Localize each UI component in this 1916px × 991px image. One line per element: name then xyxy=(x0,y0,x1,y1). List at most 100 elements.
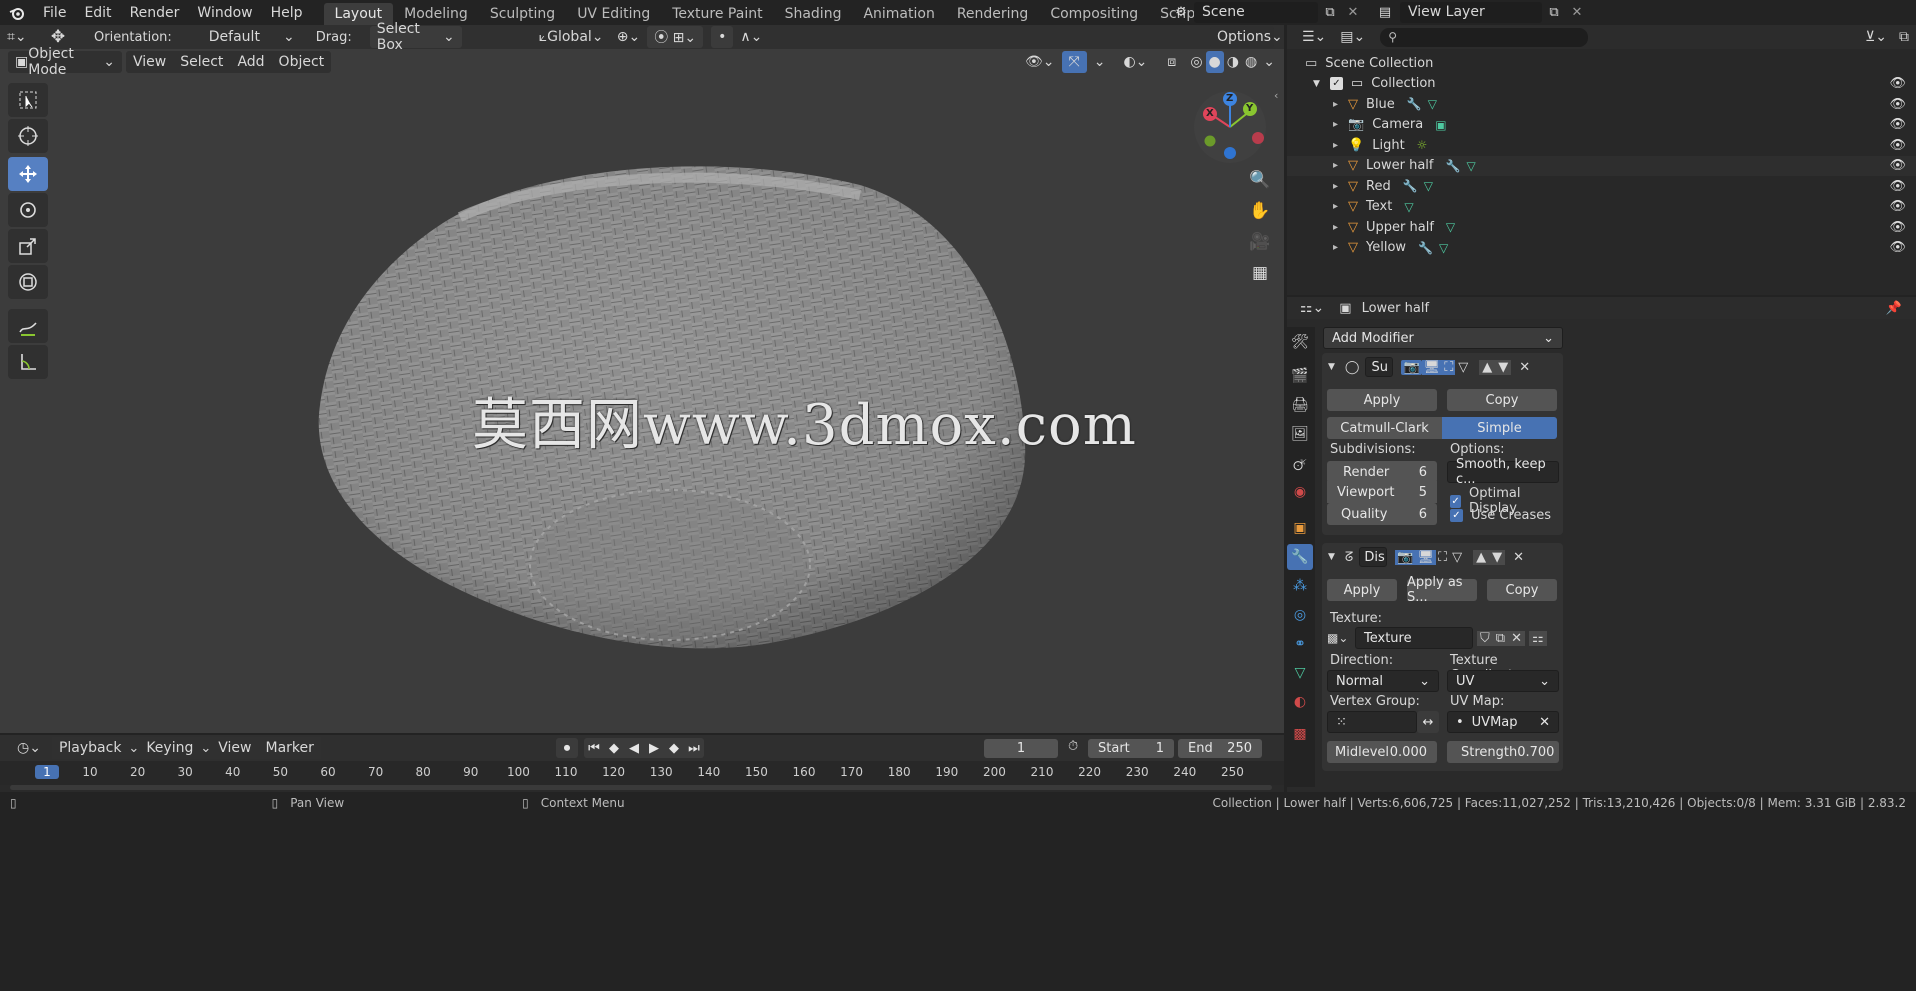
expand-arrow-icon[interactable]: ▸ xyxy=(1333,242,1338,253)
expand-arrow-icon[interactable]: ▸ xyxy=(1333,201,1338,212)
tab-compositing[interactable]: Compositing xyxy=(1039,3,1149,25)
render-levels-field[interactable]: Render 6 xyxy=(1327,461,1437,483)
subsurf-apply-button[interactable]: Apply xyxy=(1327,389,1437,411)
vertex-data-icon[interactable]: ▽ xyxy=(1466,159,1475,173)
eye-icon[interactable]: 👁 xyxy=(1889,179,1906,194)
uv-map-field[interactable]: • UVMap ✕ xyxy=(1447,711,1559,733)
strength-field[interactable]: Strength 0.700 xyxy=(1447,741,1559,763)
apply-as-shape-button[interactable]: Apply as S... xyxy=(1407,575,1477,605)
output-tab-icon[interactable]: 🖨 xyxy=(1287,392,1313,418)
cage-toggle-icon[interactable]: ⛶ xyxy=(1436,550,1449,565)
collection-checkbox[interactable]: ✓ xyxy=(1329,77,1343,91)
scale-tool-icon[interactable] xyxy=(8,229,48,263)
tree-row-collection[interactable]: ▼ ✓ ▭ Collection 👁 xyxy=(1287,74,1916,95)
proportional-edit-icon[interactable]: • xyxy=(711,26,734,48)
move-down-icon[interactable]: ▼ xyxy=(1489,549,1506,565)
invert-vertex-group-icon[interactable]: ↔ xyxy=(1417,711,1439,733)
next-keyframe-icon[interactable]: ◆ xyxy=(664,738,684,758)
clear-uv-map-icon[interactable]: ✕ xyxy=(1539,715,1550,730)
tree-row-red[interactable]: ▸ ▽ Red 🔧 ▽ 👁 xyxy=(1287,176,1916,197)
new-texture-icon[interactable]: ⧉ xyxy=(1492,630,1509,646)
select-box-tool-icon[interactable] xyxy=(8,83,48,117)
texture-tab-icon[interactable]: ▩ xyxy=(1287,721,1313,747)
measure-tool-icon[interactable] xyxy=(8,345,48,379)
playhead-frame-label[interactable]: 1 xyxy=(35,765,59,779)
material-shading-icon[interactable]: ◑ xyxy=(1224,51,1242,73)
properties-editor-type-icon[interactable]: ⚏⌄ xyxy=(1293,297,1331,319)
3d-viewport[interactable]: ⌗⌄ ✥ Orientation: Default ⌄ Drag: Select … xyxy=(0,21,1284,733)
checker-texture-icon[interactable]: ▩⌄ xyxy=(1327,631,1355,645)
eye-icon[interactable]: 👁 xyxy=(1889,158,1906,173)
visibility-icon[interactable]: 👁⌄ xyxy=(1018,51,1062,73)
displace-name-field[interactable]: Dis xyxy=(1359,547,1388,567)
rotate-tool-icon[interactable] xyxy=(8,193,48,227)
xray-icon[interactable]: ⧈ xyxy=(1160,51,1183,73)
use-creases-checkbox[interactable]: ✓ Use Creases xyxy=(1450,508,1551,523)
menu-view[interactable]: View xyxy=(126,51,173,73)
timeline[interactable]: ◷⌄ Playback ⌄ Keying ⌄ View Marker ⏺ ⏮ ◆ ◀… xyxy=(0,735,1284,792)
play-icon[interactable]: ▶ xyxy=(644,738,664,758)
tab-shading[interactable]: Shading xyxy=(774,3,853,25)
remove-modifier-icon[interactable]: ✕ xyxy=(1513,550,1524,565)
remove-scene-icon[interactable]: ✕ xyxy=(1342,5,1364,20)
catmull-clark-toggle[interactable]: Catmull-Clark xyxy=(1327,417,1442,439)
blender-logo-icon[interactable] xyxy=(0,2,34,24)
material-tab-icon[interactable]: ◐ xyxy=(1287,689,1313,715)
expand-arrow-icon[interactable]: ▸ xyxy=(1333,140,1338,151)
physics-tab-icon[interactable]: ◎ xyxy=(1287,602,1313,628)
remove-modifier-icon[interactable]: ✕ xyxy=(1519,360,1530,375)
texture-props-icon[interactable]: ⚏ xyxy=(1528,630,1547,646)
midlevel-field[interactable]: Midlevel 0.000 xyxy=(1327,741,1437,763)
view-layer-name[interactable]: View Layer xyxy=(1408,4,1485,20)
modifier-tab-icon[interactable]: 🔧 xyxy=(1287,544,1313,570)
jump-start-icon[interactable]: ⏮ xyxy=(584,738,604,758)
record-icon[interactable]: ⏺ xyxy=(556,738,578,758)
frame-ruler[interactable]: 1 10 20 30 40 50 60 70 80 90 100 110 120 130 140 150 160… xyxy=(0,761,1284,785)
texture-coordinates-dropdown[interactable]: UV ⌄ xyxy=(1447,670,1559,692)
scene-name[interactable]: Scene xyxy=(1202,4,1245,20)
tool-tab-icon[interactable]: 🛠 xyxy=(1287,329,1313,355)
outliner-editor-type-icon[interactable]: ☰⌄ xyxy=(1295,26,1333,48)
zoom-icon[interactable]: 🔍 xyxy=(1245,165,1275,195)
overlays-icon[interactable]: ◐⌄ xyxy=(1116,51,1154,73)
new-view-layer-icon[interactable]: ⧉ xyxy=(1542,5,1566,20)
expand-arrow-icon[interactable]: ▸ xyxy=(1333,99,1338,110)
expand-arrow-icon[interactable]: ▸ xyxy=(1333,181,1338,192)
vertex-data-icon[interactable]: ▽ xyxy=(1424,179,1433,193)
move-up-icon[interactable]: ▲ xyxy=(1479,359,1496,375)
simple-toggle[interactable]: Simple xyxy=(1442,417,1557,439)
viewport-levels-field[interactable]: Viewport 5 xyxy=(1327,481,1437,503)
snap-icon[interactable]: ⦿ ⊞⌄ xyxy=(647,26,704,48)
vertex-data-icon[interactable]: ▽ xyxy=(1439,241,1448,255)
eye-icon[interactable]: 👁 xyxy=(1889,220,1906,235)
texture-field[interactable]: Texture xyxy=(1355,627,1473,649)
add-modifier-dropdown[interactable]: Add Modifier ⌄ xyxy=(1323,327,1563,349)
mesh-data-tab-icon[interactable]: ▽ xyxy=(1287,660,1313,686)
displace-copy-button[interactable]: Copy xyxy=(1487,579,1557,601)
subsurf-copy-button[interactable]: Copy xyxy=(1447,389,1557,411)
drag-dropdown[interactable]: Select Box ⌄ xyxy=(369,21,462,53)
vertex-group-field[interactable]: ⁙ xyxy=(1327,711,1417,733)
jump-end-icon[interactable]: ⏭ xyxy=(684,738,704,758)
wrench-icon[interactable]: 🔧 xyxy=(1446,159,1461,173)
solid-shading-icon[interactable]: ● xyxy=(1205,51,1224,73)
wireframe-shading-icon[interactable]: ◎ xyxy=(1187,51,1205,73)
expand-arrow-icon[interactable]: ▸ xyxy=(1333,222,1338,233)
move-down-icon[interactable]: ▼ xyxy=(1495,359,1512,375)
ortho-grid-icon[interactable]: ▦ xyxy=(1245,258,1275,288)
mode-dropdown[interactable]: ▣ Object Mode ⌄ xyxy=(8,46,122,78)
cursor-tool-icon[interactable] xyxy=(8,119,48,153)
tree-row-text[interactable]: ▸ ▽ Text ▽ 👁 xyxy=(1287,197,1916,218)
oncage-toggle-icon[interactable]: ▽ xyxy=(1449,550,1465,565)
prev-keyframe-icon[interactable]: ◆ xyxy=(604,738,624,758)
menu-render[interactable]: Render xyxy=(121,3,189,23)
scene-selector[interactable]: ⚙ Scene ⧉ ✕ xyxy=(1168,1,1364,23)
tab-texture-paint[interactable]: Texture Paint xyxy=(661,3,773,25)
tab-uv-editing[interactable]: UV Editing xyxy=(566,3,661,25)
tab-sculpting[interactable]: Sculpting xyxy=(479,3,566,25)
tree-row-scene-collection[interactable]: ▭ Scene Collection xyxy=(1287,53,1916,74)
options-dropdown[interactable]: Options ⌄ xyxy=(1210,26,1283,48)
particles-tab-icon[interactable]: ⁂ xyxy=(1287,573,1313,599)
current-frame-field[interactable]: 1 xyxy=(984,739,1058,758)
subsurf-name-field[interactable]: Su xyxy=(1365,357,1394,377)
